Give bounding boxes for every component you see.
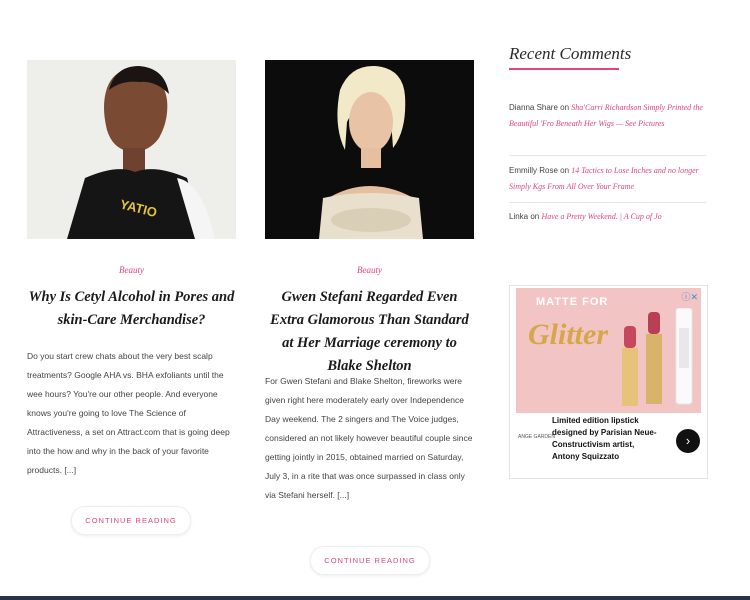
post-title[interactable]: Why Is Cetyl Alcohol in Pores and skin-C… [27, 286, 236, 332]
ad-description[interactable]: Limited edition lipstick designed by Par… [552, 415, 657, 463]
divider [509, 155, 706, 156]
chevron-right-icon[interactable]: › [676, 429, 700, 453]
footer-bar [0, 596, 750, 600]
post-category[interactable]: Beauty [27, 265, 236, 275]
title-underline [509, 68, 619, 70]
comment-author: Dianna Share [509, 103, 558, 112]
comment-on: on [530, 212, 540, 221]
ad-close-icon[interactable]: ⓘ✕ [681, 290, 698, 303]
comment-item: Emmilly Rose on 14 Tactics to Lose Inche… [509, 163, 705, 195]
post-title[interactable]: Gwen Stefani Regarded Even Extra Glamoro… [265, 286, 474, 378]
comment-author: Emmilly Rose [509, 166, 558, 175]
divider [509, 202, 706, 203]
advertisement[interactable]: MATTE FOR Glitter ⓘ✕ ANGE GARDEN Limited… [509, 285, 708, 479]
recent-comments-title: Recent Comments [509, 44, 632, 63]
lipstick-icon [622, 308, 693, 406]
comment-author: Linka [509, 212, 529, 221]
ad-image[interactable]: MATTE FOR Glitter ⓘ✕ [516, 288, 701, 413]
ad-brand-logo: ANGE GARDEN [518, 434, 555, 440]
comment-item: Linka on Have a Pretty Weekend. | A Cup … [509, 209, 705, 225]
comment-on: on [560, 166, 570, 175]
comment-item: Dianna Share on Sha'Carri Richardson Sim… [509, 100, 705, 132]
post-category[interactable]: Beauty [265, 265, 474, 275]
comment-post-link[interactable]: Have a Pretty Weekend. | A Cup of Jo [542, 212, 662, 221]
post-excerpt: For Gwen Stefani and Blake Shelton, fire… [265, 376, 473, 500]
ad-script-text: Glitter [528, 318, 608, 351]
comment-on: on [560, 103, 570, 112]
post-image[interactable]: YATIO [27, 60, 236, 239]
post-excerpt: Do you start crew chats about the very b… [27, 351, 230, 475]
continue-reading-button[interactable]: CONTINUE READING [310, 546, 430, 575]
continue-reading-button[interactable]: CONTINUE READING [71, 506, 191, 535]
ad-heading: MATTE FOR [536, 296, 609, 308]
post-image[interactable] [265, 60, 474, 239]
